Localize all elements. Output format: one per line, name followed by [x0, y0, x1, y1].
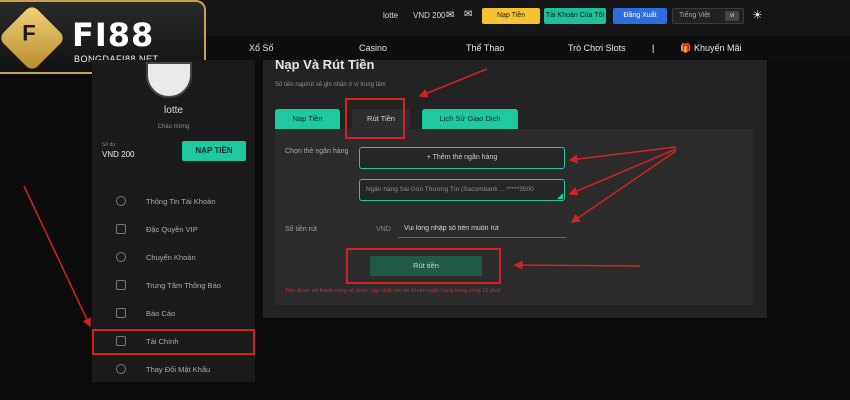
arrow-to-withdraw-button	[513, 260, 641, 270]
arrow-to-withdraw-tab	[418, 68, 488, 98]
arrow-to-finance-item	[23, 185, 91, 328]
annotation-arrows	[23, 68, 677, 328]
arrow-to-add-bank	[568, 146, 677, 164]
